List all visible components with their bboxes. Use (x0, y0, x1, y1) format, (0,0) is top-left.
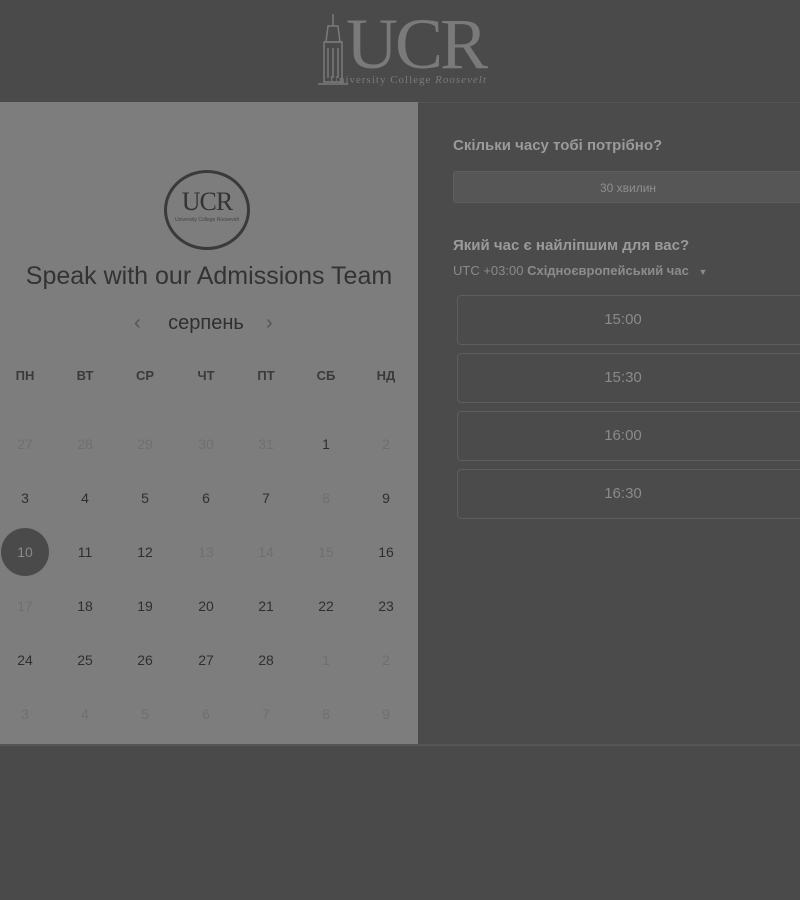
badge-wordmark: UCR (181, 187, 233, 216)
calendar-day: 31 (258, 436, 274, 452)
weekday-label: ВТ (76, 368, 94, 383)
calendar-day: 8 (322, 490, 330, 506)
calendar-day: 17 (17, 598, 33, 614)
ucr-logo[interactable]: UCR University College Roosevelt (318, 4, 522, 92)
prev-month-chevron-icon[interactable]: ‹ (134, 312, 141, 335)
site-header: UCR University College Roosevelt (0, 0, 800, 102)
time-slot-button[interactable]: 15:00 (457, 295, 800, 345)
duration-option-button[interactable]: 30 хвилин (453, 171, 800, 203)
calendar-day[interactable]: 20 (182, 582, 230, 630)
calendar-day-selected[interactable]: 10 (1, 528, 49, 576)
calendar-day[interactable]: 24 (1, 636, 49, 684)
month-navigator: ‹ серпень › (0, 312, 418, 338)
calendar-day: 3 (21, 706, 29, 722)
calendar-day: 2 (382, 436, 390, 452)
calendar-day: 4 (81, 706, 89, 722)
calendar-day[interactable]: 16 (362, 528, 410, 576)
calendar-day[interactable]: 27 (182, 636, 230, 684)
calendar-day: 9 (382, 706, 390, 722)
calendar-day: 27 (17, 436, 33, 452)
weekday-header: ПН ВТ СР ЧТ ПТ СБ НД (0, 368, 418, 388)
calendar-day[interactable]: 28 (242, 636, 290, 684)
calendar-day[interactable]: 12 (121, 528, 169, 576)
time-question: Який час є найліпшим для вас? (453, 237, 690, 254)
calendar-day[interactable]: 5 (121, 474, 169, 522)
calendar-day: 7 (262, 706, 270, 722)
calendar-day[interactable]: 9 (362, 474, 410, 522)
calendar-day[interactable]: 22 (302, 582, 350, 630)
weekday-label: СБ (316, 368, 336, 383)
calendar-day[interactable]: 3 (1, 474, 49, 522)
calendar-day: 30 (198, 436, 214, 452)
calendar-day: 2 (382, 652, 390, 668)
calendar-day[interactable]: 25 (61, 636, 109, 684)
calendar-day[interactable]: 1 (302, 420, 350, 468)
calendar-day[interactable]: 7 (242, 474, 290, 522)
calendar-panel: UCR University College Roosevelt Speak w… (0, 102, 418, 744)
timezone-name: Східноєвропейський час (527, 263, 689, 278)
logo-subtitle-italic: Roosevelt (435, 74, 487, 86)
time-slot-button[interactable]: 16:00 (457, 411, 800, 461)
calendar-day: 1 (322, 652, 330, 668)
calendar-day[interactable]: 6 (182, 474, 230, 522)
calendar-day: 15 (318, 544, 334, 560)
calendar-day: 14 (258, 544, 274, 560)
month-label: серпень (168, 312, 244, 334)
calendar-day[interactable]: 11 (61, 528, 109, 576)
weekday-label: ПТ (257, 368, 275, 383)
calendar-title: Speak with our Admissions Team (25, 262, 393, 290)
logo-wordmark: UCR (346, 4, 488, 84)
calendar-day[interactable]: 19 (121, 582, 169, 630)
timezone-selector[interactable]: UTC +03:00 Східноєвропейський час ▼ (453, 263, 707, 278)
logo-subtitle-main: University College (330, 74, 432, 86)
calendar-day[interactable]: 21 (242, 582, 290, 630)
calendar-day[interactable]: 4 (61, 474, 109, 522)
duration-question: Скільки часу тобі потрібно? (453, 137, 663, 154)
weekday-label: ПН (15, 368, 35, 383)
logo-subtitle: University College Roosevelt (330, 74, 520, 86)
time-slot-button[interactable]: 16:30 (457, 469, 800, 519)
calendar-day: 8 (322, 706, 330, 722)
time-slot-button[interactable]: 15:30 (457, 353, 800, 403)
calendar-day[interactable]: 23 (362, 582, 410, 630)
weekday-label: ЧТ (197, 368, 215, 383)
calendar-day: 29 (137, 436, 153, 452)
ucr-badge-logo: UCR University College Roosevelt (164, 170, 250, 250)
weekday-label: СР (135, 368, 155, 383)
calendar-day: 5 (141, 706, 149, 722)
timezone-offset: UTC +03:00 (453, 263, 524, 278)
caret-down-icon: ▼ (698, 267, 708, 277)
calendar-day[interactable]: 26 (121, 636, 169, 684)
badge-subtitle: University College Roosevelt (175, 217, 239, 223)
calendar-day[interactable]: 18 (61, 582, 109, 630)
calendar-day: 28 (77, 436, 93, 452)
calendar-day: 13 (198, 544, 214, 560)
next-month-chevron-icon[interactable]: › (266, 312, 273, 335)
weekday-label: НД (376, 368, 396, 383)
divider (0, 744, 800, 746)
calendar-day: 6 (202, 706, 210, 722)
booking-panel: Скільки часу тобі потрібно? 30 хвилин Як… (418, 102, 800, 745)
